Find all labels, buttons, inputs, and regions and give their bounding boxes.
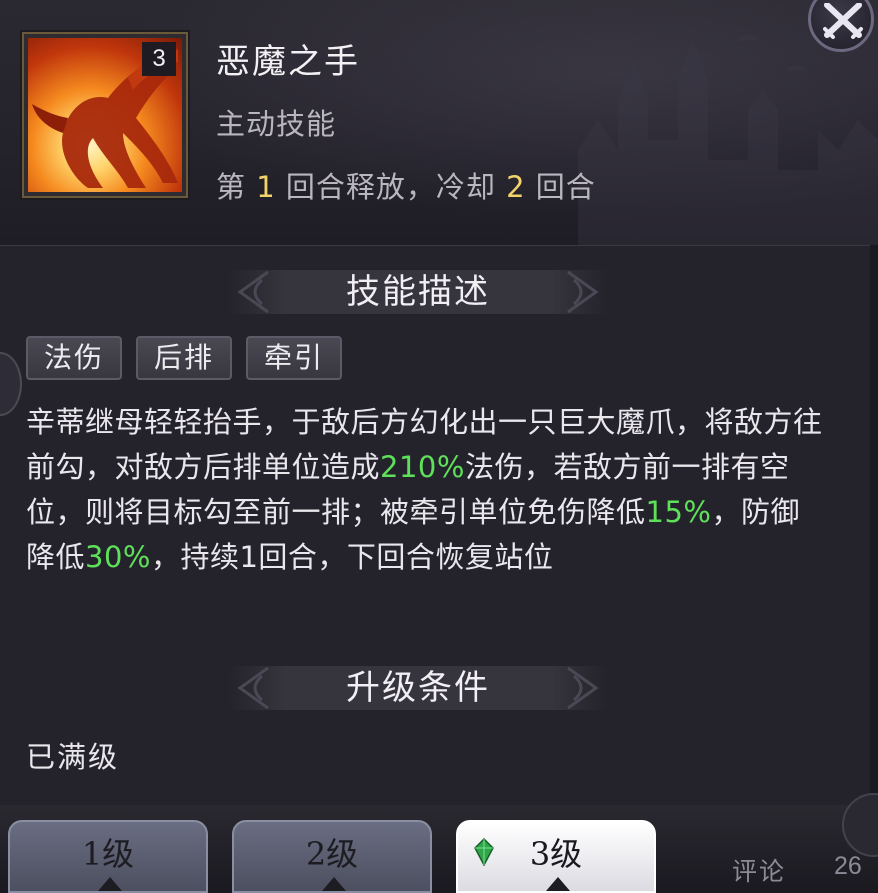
level-tab-label: 2级 <box>305 835 359 873</box>
comment-button[interactable]: 评论 <box>732 852 786 888</box>
skill-timing: 第 1 回合释放，冷却 2 回合 <box>216 170 596 204</box>
description-title: 技能描述 <box>346 272 490 312</box>
green-gem-icon <box>474 838 494 866</box>
skill-type: 主动技能 <box>216 107 337 141</box>
skill-tags: 法伤 后排 牵引 <box>26 336 343 380</box>
damage-reduction-value: 15% <box>645 495 712 529</box>
upgrade-status: 已满级 <box>26 740 120 774</box>
tag-pull: 牵引 <box>246 336 343 380</box>
upgrade-title: 升级条件 <box>346 668 490 708</box>
skill-icon: 3 <box>24 34 186 196</box>
level-tab-2[interactable]: 2级 <box>232 820 432 893</box>
skill-level-badge: 3 <box>142 42 176 76</box>
tag-back-row: 后排 <box>136 336 233 380</box>
damage-value: 210% <box>380 450 465 484</box>
cast-round-value: 1 <box>256 170 276 204</box>
cooldown-value: 2 <box>506 170 526 204</box>
comment-count: 26 <box>834 852 862 880</box>
description-section-header: 技能描述 <box>228 264 608 320</box>
level-tab-3[interactable]: 3级 <box>456 820 656 893</box>
defense-reduction-value: 30% <box>85 540 151 574</box>
skill-name: 恶魔之手 <box>216 42 360 82</box>
upgrade-section-header: 升级条件 <box>228 660 608 716</box>
crossed-swords-icon <box>823 3 863 39</box>
level-tab-label: 1级 <box>81 835 135 873</box>
level-tab-1[interactable]: 1级 <box>8 820 208 893</box>
level-tab-label: 3级 <box>529 835 583 873</box>
tag-magic-damage: 法伤 <box>26 336 123 380</box>
skill-description: 辛蒂继母轻轻抬手，于敌后方幻化出一只巨大魔爪，将敌方往前勾，对敌方后排单位造成2… <box>26 405 823 574</box>
